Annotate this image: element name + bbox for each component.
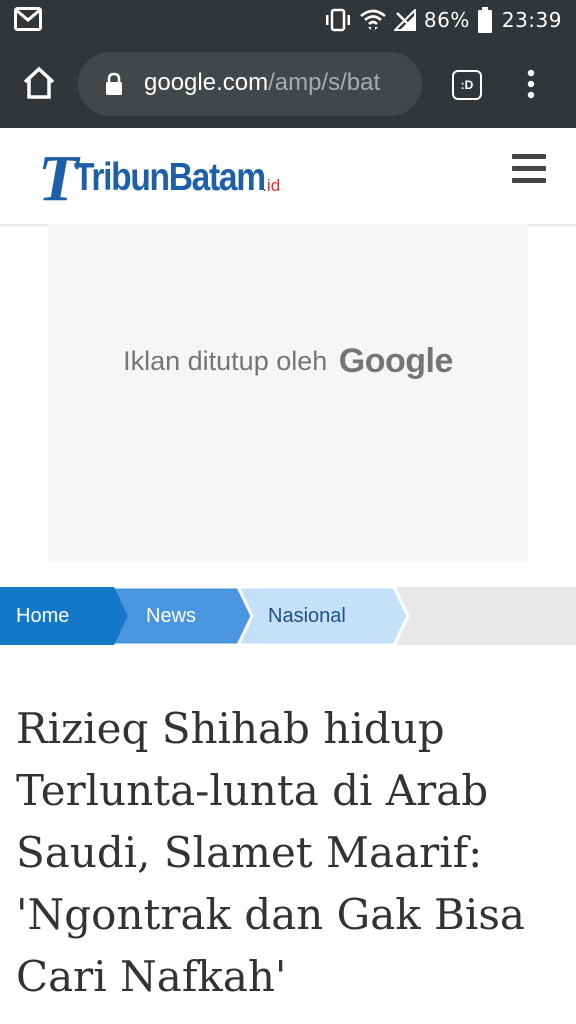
lock-icon: [106, 72, 122, 95]
wifi-icon: [360, 8, 386, 32]
site-header: T TribunBatam .id: [0, 128, 576, 224]
tab-switcher-icon[interactable]: :D: [452, 70, 482, 100]
google-logo: Google: [338, 342, 454, 380]
breadcrumb-home-label: Home: [16, 605, 70, 627]
battery-percent: 86%: [423, 8, 470, 32]
signal-icon: [393, 9, 416, 31]
ad-closed-notice: Iklan ditutup oleh Google: [48, 342, 528, 381]
home-icon[interactable]: [20, 64, 58, 102]
hamburger-menu-icon[interactable]: [512, 154, 546, 184]
battery-icon: [477, 7, 492, 33]
logo-mark: T: [38, 142, 79, 215]
browser-toolbar: google.com/amp/s/bat :D: [0, 40, 576, 128]
clock: 23:39: [501, 8, 562, 32]
breadcrumb-news-label: News: [146, 605, 197, 627]
url-text[interactable]: google.com/amp/s/bat: [144, 69, 380, 97]
vibrate-icon: [324, 8, 352, 32]
url-path: /amp/s/bat: [268, 69, 381, 96]
ad-closed-message: Iklan ditutup oleh: [123, 346, 328, 376]
screen: 86% 23:39 google.com/amp/s/bat :D T Trib…: [0, 0, 576, 1024]
status-icons: 86% 23:39: [316, 0, 562, 40]
address-bar[interactable]: google.com/amp/s/bat: [78, 52, 422, 116]
gmail-icon: [14, 7, 42, 31]
ad-slot: Iklan ditutup oleh Google: [48, 224, 528, 562]
url-host: google.com: [144, 69, 269, 96]
logo-text: TribunBatam: [74, 156, 266, 199]
logo-tld: .id: [262, 176, 281, 195]
site-logo[interactable]: T TribunBatam .id: [38, 142, 280, 212]
overflow-menu-icon[interactable]: [522, 68, 540, 100]
article-title: Rizieq Shihab hidup Terlunta-lunta di Ar…: [16, 704, 525, 1001]
status-bar: 86% 23:39: [0, 0, 576, 40]
breadcrumb: Home News Nasional: [0, 587, 576, 645]
breadcrumb-nasional-label: Nasional: [268, 605, 346, 627]
